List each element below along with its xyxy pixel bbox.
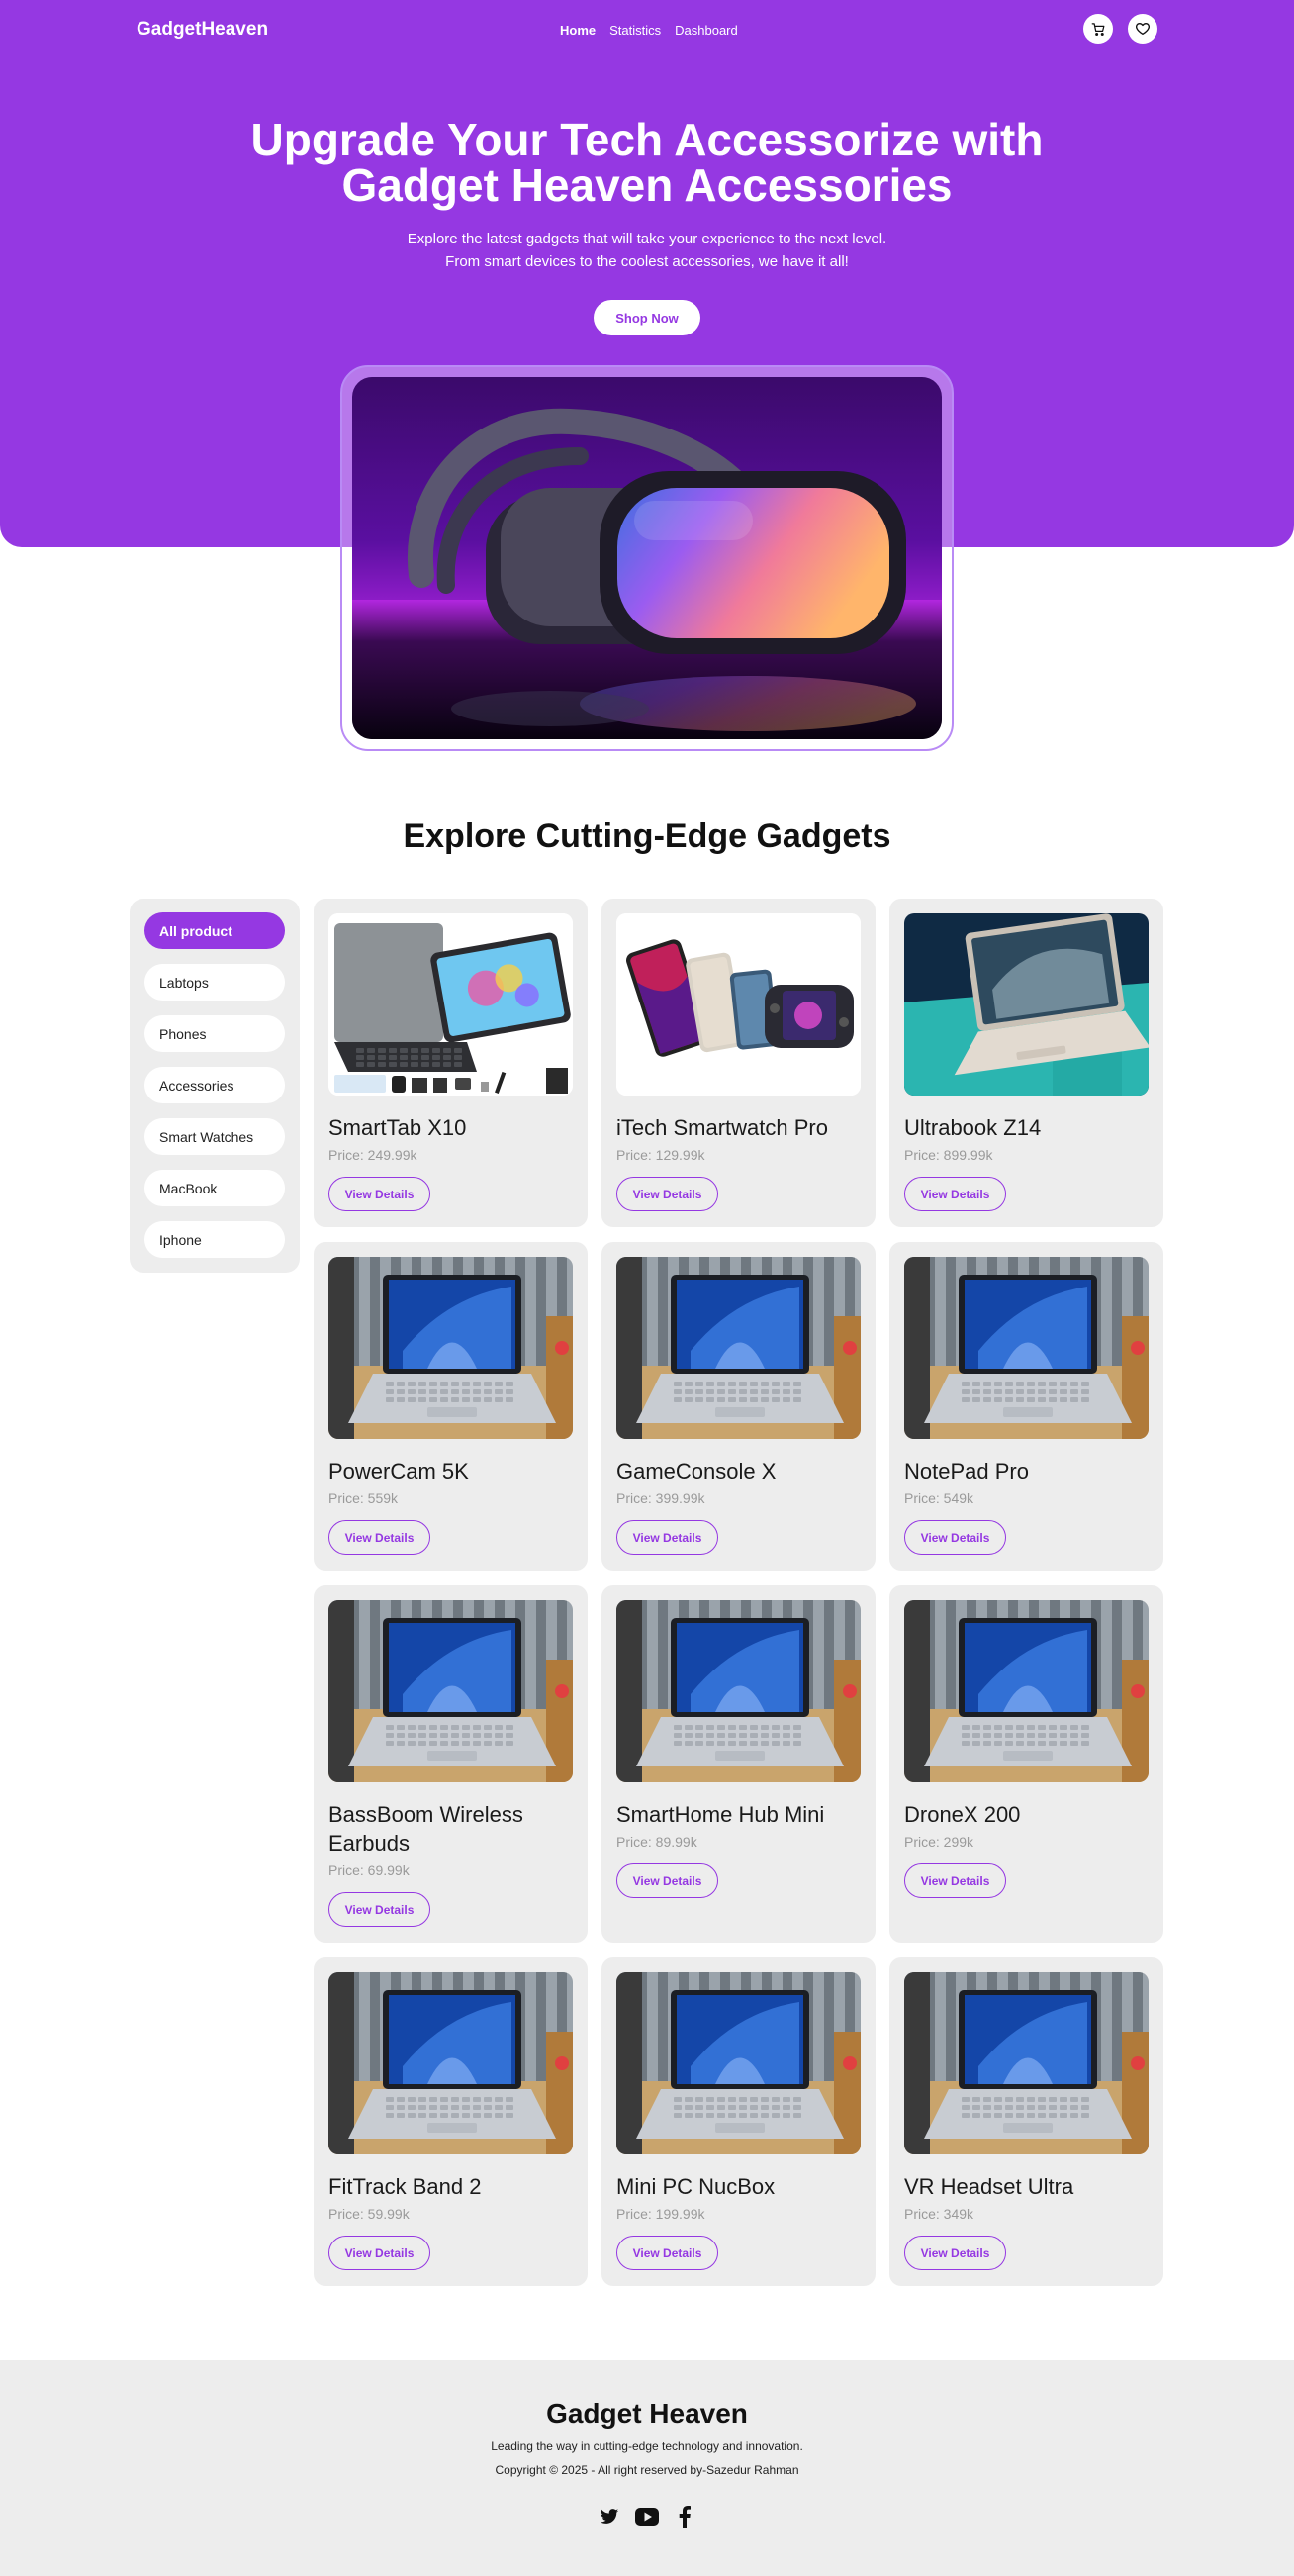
category-macbook[interactable]: MacBook	[144, 1170, 285, 1206]
product-title: PowerCam 5K	[328, 1459, 469, 1483]
product-card: VR Headset Ultra Price: 349k View Detail…	[889, 1957, 1163, 2286]
product-image	[328, 1600, 573, 1782]
product-title: iTech Smartwatch Pro	[616, 1115, 828, 1140]
product-image	[904, 1972, 1149, 2154]
view-details-button[interactable]: View Details	[616, 1863, 718, 1898]
vr-headset-image	[352, 377, 942, 739]
product-price: Price: 249.99k	[328, 1147, 417, 1163]
cart-button[interactable]	[1083, 14, 1113, 44]
footer: Gadget Heaven Leading the way in cutting…	[0, 2360, 1294, 2576]
product-title: BassBoom Wireless Earbuds	[328, 1802, 523, 1856]
product-title: NotePad Pro	[904, 1459, 1029, 1483]
cart-icon	[1091, 22, 1104, 36]
hero-banner	[340, 365, 954, 751]
footer-title: Gadget Heaven	[546, 2398, 748, 2429]
product-card: DroneX 200 Price: 299k View Details	[889, 1585, 1163, 1943]
footer-tagline: Leading the way in cutting-edge technolo…	[491, 2439, 803, 2453]
view-details-button[interactable]: View Details	[904, 1863, 1006, 1898]
product-image	[616, 1600, 861, 1782]
view-details-button[interactable]: View Details	[616, 1177, 718, 1211]
product-image	[616, 1257, 861, 1439]
product-image	[904, 913, 1149, 1096]
social-links	[0, 2505, 1294, 2528]
product-card: SmartHome Hub Mini Price: 89.99k View De…	[601, 1585, 876, 1943]
product-price: Price: 899.99k	[904, 1147, 993, 1163]
category-smart-watches[interactable]: Smart Watches	[144, 1118, 285, 1155]
hero-title: Upgrade Your Tech Accessorize with Gadge…	[0, 117, 1294, 208]
product-image	[328, 1257, 573, 1439]
product-price: Price: 559k	[328, 1490, 399, 1506]
category-iphone[interactable]: Iphone	[144, 1221, 285, 1258]
product-title: GameConsole X	[616, 1459, 777, 1483]
nav-link-statistics[interactable]: Statistics	[609, 23, 661, 38]
product-price: Price: 129.99k	[616, 1147, 705, 1163]
heart-icon	[1136, 23, 1150, 35]
product-title: Mini PC NucBox	[616, 2174, 776, 2199]
nav-link-home[interactable]: Home	[560, 23, 596, 38]
product-card: BassBoom Wireless Earbuds Price: 69.99k …	[314, 1585, 588, 1943]
category-all-product[interactable]: All product	[144, 912, 285, 949]
view-details-button[interactable]: View Details	[904, 2236, 1006, 2270]
product-title: DroneX 200	[904, 1802, 1021, 1827]
product-card: GameConsole X Price: 399.99k View Detail…	[601, 1242, 876, 1571]
product-title: Ultrabook Z14	[904, 1115, 1042, 1140]
view-details-button[interactable]: View Details	[904, 1520, 1006, 1555]
hero-subtitle-line-1: Explore the latest gadgets that will tak…	[407, 231, 887, 247]
product-title: SmartTab X10	[328, 1115, 467, 1140]
view-details-button[interactable]: View Details	[328, 1520, 430, 1555]
view-details-button[interactable]: View Details	[328, 2236, 430, 2270]
brand-logo[interactable]: GadgetHeaven	[137, 19, 268, 41]
product-price: Price: 59.99k	[328, 2206, 410, 2222]
category-accessories[interactable]: Accessories	[144, 1067, 285, 1103]
hero-title-line-1: Upgrade Your Tech Accessorize with	[250, 114, 1044, 165]
product-grid: SmartTab X10 Price: 249.99k View Details…	[314, 899, 1164, 2286]
shop-now-button[interactable]: Shop Now	[594, 300, 700, 335]
category-sidebar: All product Labtops Phones Accessories Smart…	[130, 899, 300, 1273]
nav-icons	[1083, 14, 1157, 44]
product-image	[904, 1600, 1149, 1782]
product-card: FitTrack Band 2 Price: 59.99k View Detai…	[314, 1957, 588, 2286]
product-card: iTech Smartwatch Pro Price: 129.99k View…	[601, 899, 876, 1227]
product-card: Mini PC NucBox Price: 199.99k View Detai…	[601, 1957, 876, 2286]
product-price: Price: 399.99k	[616, 1490, 705, 1506]
product-title: VR Headset Ultra	[904, 2174, 1074, 2199]
product-price: Price: 349k	[904, 2206, 974, 2222]
footer-copyright: Copyright © 2025 - All right reserved by…	[495, 2463, 799, 2477]
view-details-button[interactable]: View Details	[328, 1177, 430, 1211]
wishlist-button[interactable]	[1128, 14, 1157, 44]
product-price: Price: 549k	[904, 1490, 974, 1506]
view-details-button[interactable]: View Details	[328, 1892, 430, 1927]
vr-headset-illustration	[352, 408, 942, 739]
product-image	[328, 913, 573, 1096]
product-price: Price: 299k	[904, 1834, 974, 1850]
product-price: Price: 199.99k	[616, 2206, 705, 2222]
product-price: Price: 69.99k	[328, 1862, 410, 1878]
product-image	[328, 1972, 573, 2154]
product-card: NotePad Pro Price: 549k View Details	[889, 1242, 1163, 1571]
product-image	[616, 913, 861, 1096]
hero-title-line-2: Gadget Heaven Accessories	[341, 159, 953, 211]
twitter-icon[interactable]	[598, 2505, 621, 2528]
explore-title: Explore Cutting-Edge Gadgets	[403, 817, 891, 855]
nav-links: Home Statistics Dashboard	[560, 0, 738, 59]
view-details-button[interactable]: View Details	[616, 1520, 718, 1555]
product-price: Price: 89.99k	[616, 1834, 697, 1850]
youtube-icon[interactable]	[635, 2505, 659, 2528]
category-labtops[interactable]: Labtops	[144, 964, 285, 1001]
product-card: PowerCam 5K Price: 559k View Details	[314, 1242, 588, 1571]
product-card: SmartTab X10 Price: 249.99k View Details	[314, 899, 588, 1227]
product-title: FitTrack Band 2	[328, 2174, 482, 2199]
hero-subtitle: Explore the latest gadgets that will tak…	[0, 228, 1294, 273]
product-image	[616, 1972, 861, 2154]
hero-subtitle-line-2: From smart devices to the coolest access…	[445, 253, 849, 270]
view-details-button[interactable]: View Details	[904, 1177, 1006, 1211]
nav-link-dashboard[interactable]: Dashboard	[675, 23, 738, 38]
product-title: SmartHome Hub Mini	[616, 1802, 825, 1827]
product-image	[904, 1257, 1149, 1439]
product-card: Ultrabook Z14 Price: 899.99k View Detail…	[889, 899, 1163, 1227]
category-phones[interactable]: Phones	[144, 1015, 285, 1052]
view-details-button[interactable]: View Details	[616, 2236, 718, 2270]
facebook-icon[interactable]	[673, 2505, 696, 2528]
navbar: GadgetHeaven Home Statistics Dashboard	[0, 0, 1294, 59]
